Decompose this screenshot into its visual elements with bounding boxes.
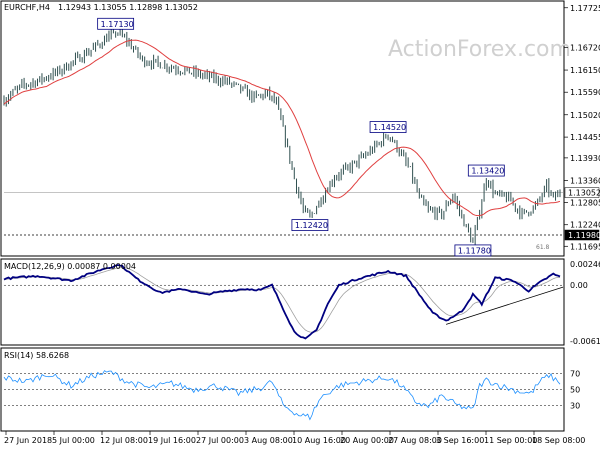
macd-tick-label: 0.00 bbox=[570, 281, 588, 290]
price-tick-label: 1.15590 bbox=[570, 88, 600, 97]
price-tick-label: 1.15020 bbox=[570, 111, 600, 120]
price-tick-label: 1.11695 bbox=[570, 242, 600, 251]
chart-symbol: EURCHF,H4 bbox=[4, 3, 50, 12]
annotation-label: 1.13420 bbox=[471, 167, 504, 176]
price-tick-label: 1.13930 bbox=[570, 154, 600, 163]
x-tick-label: 11 Sep 00:00 bbox=[484, 436, 537, 445]
x-tick-label: 27 Jul 00:00 bbox=[196, 436, 244, 445]
x-tick-label: 5 Jul 00:00 bbox=[52, 436, 95, 445]
x-tick-label: 27 Aug 08:00 bbox=[388, 436, 442, 445]
fib-label: 61.8 bbox=[536, 244, 550, 251]
current-price-label: 1.13052 bbox=[568, 189, 600, 198]
x-tick-label: 19 Jul 16:00 bbox=[148, 436, 196, 445]
price-tick-label: 1.12240 bbox=[570, 221, 600, 230]
rsi-tick-label: 70 bbox=[570, 370, 580, 379]
x-tick-label: 27 Jun 2018 bbox=[4, 436, 52, 445]
price-tick-label: 1.14455 bbox=[570, 133, 600, 142]
rsi-tick-label: 50 bbox=[570, 386, 580, 395]
annotation-label: 1.17130 bbox=[101, 20, 134, 29]
annotation-label: 1.14520 bbox=[373, 123, 406, 132]
rsi-label: RSI(14) 58.6268 bbox=[4, 351, 69, 360]
x-tick-label: 18 Sep 08:00 bbox=[532, 436, 585, 445]
macd-label: MACD(12,26,9) 0.00087 0.00004 bbox=[4, 262, 136, 271]
price-tick-label: 1.16720 bbox=[570, 44, 600, 53]
price-tick-label: 1.16150 bbox=[570, 66, 600, 75]
ohlc-readout: 1.12943 1.13055 1.12898 1.13052 bbox=[58, 3, 198, 12]
price-tick-label: 1.17725 bbox=[570, 4, 600, 13]
rsi-tick-label: 30 bbox=[570, 401, 580, 410]
x-tick-label: 3 Aug 08:00 bbox=[244, 436, 293, 445]
price-tick-label: 1.12805 bbox=[570, 198, 600, 207]
macd-tick-label: -0.006136 bbox=[570, 337, 600, 346]
support-level-label: 1.11980 bbox=[568, 231, 600, 240]
annotation-label: 1.11780 bbox=[458, 246, 491, 255]
macd-tick-label: 0.002469 bbox=[570, 260, 600, 269]
price-tick-label: 1.13360 bbox=[570, 176, 600, 185]
x-tick-label: 20 Aug 00:00 bbox=[340, 436, 394, 445]
annotation-label: 1.12420 bbox=[295, 221, 328, 230]
x-tick-label: 10 Aug 16:00 bbox=[292, 436, 346, 445]
x-tick-label: 12 Jul 08:00 bbox=[100, 436, 148, 445]
price-chart: ActionForex.com 1.17130 1.14520 1.13420 1.1… bbox=[0, 0, 600, 445]
watermark: ActionForex.com bbox=[388, 37, 571, 62]
x-tick-label: 3 Sep 16:00 bbox=[436, 436, 484, 445]
